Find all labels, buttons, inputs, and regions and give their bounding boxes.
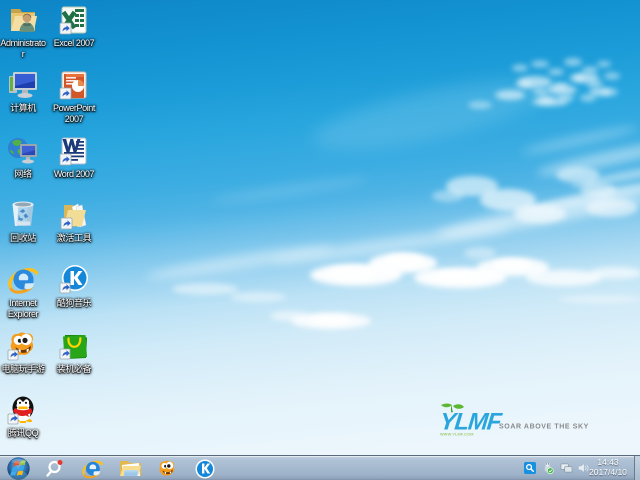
svg-text:SOAR ABOVE THE SKY: SOAR ABOVE THE SKY xyxy=(499,424,589,431)
svg-text:WWW.YLMF.COM: WWW.YLMF.COM xyxy=(440,433,474,437)
svg-text:YLMF: YLMF xyxy=(438,409,504,436)
